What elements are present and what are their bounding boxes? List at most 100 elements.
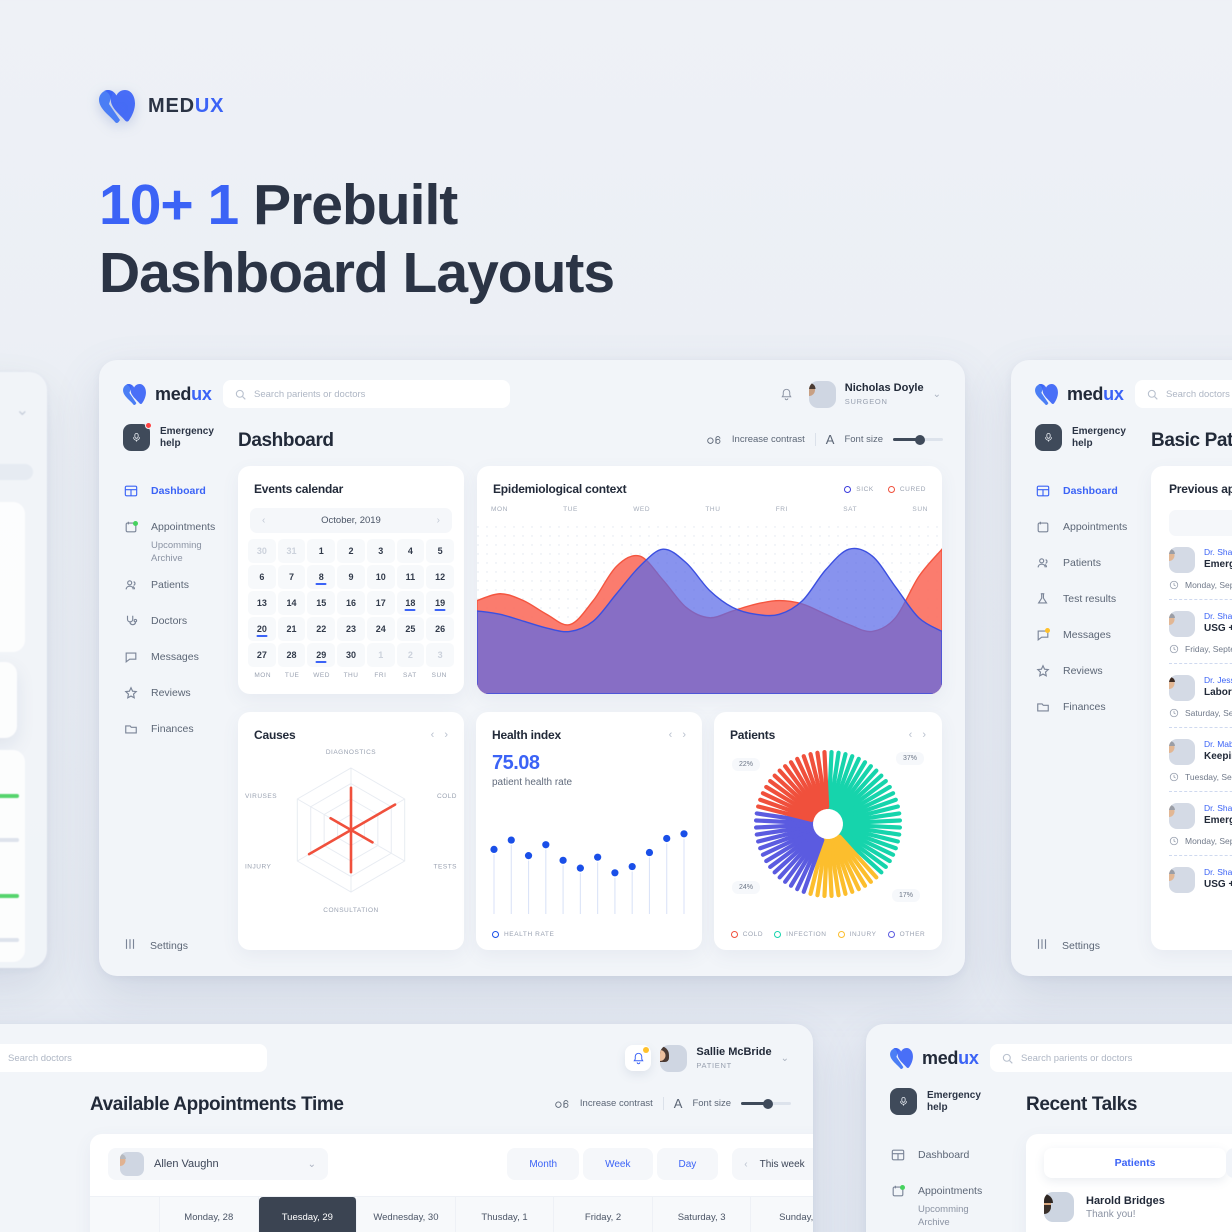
tab-month[interactable]: Month	[507, 1148, 580, 1180]
chevron-down-icon[interactable]: ⌄	[781, 1053, 789, 1064]
calendar-day-cell[interactable]: 20	[248, 617, 276, 641]
chevron-down-icon[interactable]: ⌄	[308, 1159, 316, 1170]
calendar-day-cell[interactable]: 16	[337, 591, 365, 615]
calendar-day-cell[interactable]: 8	[307, 565, 336, 589]
schedule-day-header[interactable]: Wednesday, 30	[357, 1197, 456, 1232]
user-menu[interactable]: Sallie McBride PATIENT ⌄	[625, 1044, 789, 1072]
sidebar-brand[interactable]: medux	[890, 1047, 990, 1069]
appointment-item[interactable]: Dr. Jess Labora	[1151, 664, 1232, 701]
calendar-day-cell[interactable]: 28	[277, 643, 306, 667]
slider-knob[interactable]	[915, 434, 925, 445]
sidebar-item-label: Doctors	[151, 615, 188, 627]
calendar-day-cell[interactable]: 2	[396, 643, 425, 667]
calendar-day-cell[interactable]: 25	[396, 617, 425, 641]
prev-week-button[interactable]: ‹	[744, 1159, 747, 1170]
next-button[interactable]: ›	[682, 729, 686, 741]
calendar-day-cell[interactable]: 21	[277, 617, 306, 641]
calendar-day-cell[interactable]: 3	[366, 539, 395, 563]
partial-dashboard-card-left: ⌄	[0, 372, 47, 968]
calendar-day-cell[interactable]: 1	[366, 643, 395, 667]
calendar-day-cell[interactable]: 13	[248, 591, 276, 615]
appointment-item[interactable]: Dr. Mab Keepin	[1151, 728, 1232, 765]
calendar-day-cell[interactable]: 12	[426, 565, 454, 589]
calendar-day-cell[interactable]: 7	[277, 565, 306, 589]
tab-doctors[interactable]: Doctors	[1226, 1148, 1232, 1178]
calendar-day-cell[interactable]: 22	[307, 617, 336, 641]
calendar-day-cell[interactable]: 19	[426, 591, 454, 615]
calendar-icon	[890, 1184, 905, 1199]
appointment-time: Monday, Sep	[1151, 573, 1232, 590]
appointment-item[interactable]: Dr. Sha Emerg	[1151, 536, 1232, 573]
calendar-day-cell[interactable]: 5	[426, 539, 454, 563]
sidebar-item-label: Patients	[151, 579, 189, 591]
calendar-day-cell[interactable]: 14	[277, 591, 306, 615]
increase-contrast-label[interactable]: Increase contrast	[580, 1098, 653, 1109]
font-size-slider[interactable]	[741, 1098, 791, 1109]
schedule-day-header[interactable]: Friday, 2	[554, 1197, 653, 1232]
schedule-day-header[interactable]: Sunday, 4	[751, 1197, 813, 1232]
calendar-day-cell[interactable]: 11	[396, 565, 425, 589]
calendar-day-cell[interactable]: 15	[307, 591, 336, 615]
user-menu[interactable]: Nicholas Doyle SURGEON ⌄	[774, 380, 941, 408]
sidebar-item-settings[interactable]: Settings	[123, 937, 188, 954]
calendar-day-cell[interactable]: 27	[248, 643, 276, 667]
calendar-day-cell[interactable]: 6	[248, 565, 276, 589]
appointment-item[interactable]: Dr. Sha USG +	[1151, 856, 1232, 893]
schedule-day-header[interactable]: Thusday, 1	[455, 1197, 555, 1232]
tab-day[interactable]: Day	[656, 1148, 719, 1180]
main-topbar: medux Search parients or doctors Nichola…	[99, 360, 965, 408]
calendar-day-cell[interactable]: 23	[337, 617, 365, 641]
increase-contrast-label[interactable]: Increase contrast	[732, 434, 805, 445]
calendar-day-cell[interactable]: 3	[426, 643, 454, 667]
tab-year[interactable]: Year	[1169, 510, 1232, 536]
calendar-day-cell[interactable]: 1	[307, 539, 336, 563]
sidebar-brand[interactable]: medux	[123, 383, 223, 405]
pie-spoke	[826, 838, 834, 899]
appointment-item[interactable]: Dr. Sha Emerg	[1151, 792, 1232, 829]
notifications-bell-icon[interactable]	[774, 381, 800, 407]
calendar-day-cell[interactable]: 4	[396, 539, 425, 563]
tab-patients[interactable]: Patients	[1044, 1148, 1226, 1178]
tab-week[interactable]: Week	[583, 1148, 653, 1180]
calendar-day-cell[interactable]: 18	[396, 591, 425, 615]
prev-button[interactable]: ‹	[431, 729, 435, 741]
calendar-day-cell[interactable]: 29	[307, 643, 336, 667]
epi-weekday: SUN	[912, 506, 928, 513]
calendar-day-cell[interactable]: 10	[366, 565, 395, 589]
next-month-button[interactable]: ›	[437, 515, 440, 526]
calendar-day-cell[interactable]: 9	[337, 565, 365, 589]
talk-list-item[interactable]: Harold Bridges Thank you! 2	[1026, 1178, 1232, 1222]
search-input[interactable]: Search parients or doctors	[990, 1044, 1232, 1072]
calendar-day-cell[interactable]: 31	[277, 539, 306, 563]
notifications-bell-icon[interactable]	[625, 1045, 652, 1071]
avatar	[660, 1044, 688, 1072]
prev-month-button[interactable]: ‹	[262, 515, 265, 526]
appointment-item[interactable]: Dr. Sha USG +	[1151, 600, 1232, 637]
next-button[interactable]: ›	[444, 729, 448, 741]
appointment-subject: Emerg	[1204, 559, 1232, 570]
calendar-day-cell[interactable]: 30	[337, 643, 365, 667]
calendar-day-cell[interactable]: 17	[366, 591, 395, 615]
heart-logo-icon	[123, 383, 146, 405]
radar-axis-label: VIRUSES	[245, 793, 277, 800]
view-mode-tabs: Month Week Day ‹ This week ›	[507, 1148, 813, 1180]
schedule-day-header[interactable]: Tuesday, 29	[258, 1197, 358, 1232]
chevron-down-icon[interactable]: ⌄	[933, 389, 941, 400]
prev-button[interactable]: ‹	[669, 729, 673, 741]
calendar-day-cell[interactable]: 26	[426, 617, 454, 641]
divider	[814, 433, 816, 446]
calendar-day-cell[interactable]: 2	[337, 539, 365, 563]
schedule-day-header[interactable]: Monday, 28	[160, 1197, 259, 1232]
calendar-day-cell[interactable]: 24	[366, 617, 395, 641]
search-input[interactable]: Search doctors	[0, 1044, 267, 1072]
search-input[interactable]: Search doctors	[1135, 380, 1232, 408]
search-input[interactable]: Search parients or doctors	[223, 380, 511, 408]
slider-knob[interactable]	[763, 1098, 773, 1109]
legend-label: OTHER	[899, 931, 926, 938]
doctor-select[interactable]: Allen Vaughn ⌄	[108, 1148, 328, 1180]
sidebar-item-settings[interactable]: Settings	[1035, 937, 1100, 954]
font-size-slider[interactable]	[893, 434, 943, 445]
sidebar-brand[interactable]: medux	[1035, 383, 1135, 405]
calendar-day-cell[interactable]: 30	[248, 539, 276, 563]
schedule-day-header[interactable]: Saturday, 3	[652, 1197, 752, 1232]
